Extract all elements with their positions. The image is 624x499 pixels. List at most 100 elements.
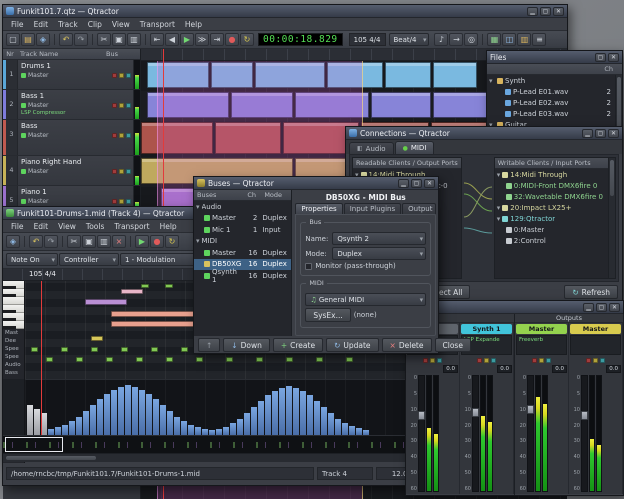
midi-hscroll-thumb[interactable] [6, 456, 96, 460]
solo-button[interactable] [546, 358, 551, 363]
track-row[interactable]: 3BassMaster [3, 120, 140, 156]
save-icon[interactable]: ◈ [6, 235, 20, 248]
clip[interactable] [433, 62, 477, 88]
velocity-bar[interactable] [132, 387, 138, 435]
file-item[interactable]: P-Lead E01.wav2 [487, 86, 622, 97]
cut-icon[interactable]: ✂ [67, 235, 81, 248]
solo-button[interactable] [126, 199, 131, 204]
gain-value[interactable]: 0.0 [552, 365, 567, 373]
menu-clip[interactable]: Clip [83, 19, 107, 30]
clip[interactable] [371, 92, 431, 118]
strip-name[interactable]: Master [516, 324, 567, 334]
velocity-bar[interactable] [293, 388, 299, 435]
bus-row[interactable]: Mic 11Input [194, 224, 291, 236]
menu-help[interactable]: Help [155, 221, 182, 232]
velocity-bar[interactable] [188, 425, 194, 435]
record-button[interactable] [112, 133, 117, 138]
main-titlebar[interactable]: Funkit101.7.qtz — Qtractor ▁▢✕ [3, 5, 567, 18]
bus-group-row[interactable]: ▾MIDI [194, 236, 291, 248]
col-buses[interactable]: Buses [194, 191, 247, 199]
menu-view[interactable]: View [53, 221, 81, 232]
mixer-icon[interactable]: ▦ [487, 33, 501, 46]
track-row[interactable]: 2Bass 1MasterLSP Compressor [3, 90, 140, 120]
tempo-display[interactable]: 105 4/4 [349, 33, 386, 46]
midi-note[interactable] [286, 357, 293, 362]
midi-note[interactable] [121, 289, 143, 294]
midi-note[interactable] [91, 336, 103, 341]
forward-end-icon[interactable]: ⇥ [210, 33, 224, 46]
minimize-button[interactable]: ▁ [582, 129, 593, 138]
velocity-bar[interactable] [55, 427, 61, 435]
velocity-bar[interactable] [279, 388, 285, 435]
record-button[interactable] [112, 103, 117, 108]
velocity-bar[interactable] [244, 413, 250, 435]
close-button[interactable]: ✕ [608, 53, 619, 62]
midi-note[interactable] [256, 357, 263, 362]
files-titlebar[interactable]: Files ▢✕ [487, 51, 622, 64]
velocity-bar[interactable] [83, 411, 89, 435]
midi-note[interactable] [91, 347, 98, 352]
zoom-icon[interactable]: ◎ [464, 33, 478, 46]
open-session-icon[interactable]: ▤ [21, 33, 35, 46]
file-item[interactable]: P-Lead E03.wav2 [487, 108, 622, 119]
velocity-bar[interactable] [342, 423, 348, 435]
move-up-button[interactable]: ↑ [198, 338, 220, 352]
velocity-bar[interactable] [76, 417, 82, 435]
monitor-checkbox[interactable] [305, 263, 312, 270]
midi-note[interactable] [46, 357, 53, 362]
file-item[interactable]: ▾Synth [487, 75, 622, 86]
writable-header[interactable]: Writable Clients / Input Ports [495, 158, 615, 169]
velocity-bar[interactable] [349, 426, 355, 435]
velocity-bar[interactable] [118, 387, 124, 435]
redo-icon[interactable]: ↷ [74, 33, 88, 46]
col-bus[interactable]: Bus [106, 50, 140, 58]
velocity-bar[interactable] [146, 394, 152, 435]
mute-button[interactable] [593, 358, 598, 363]
velocity-bar[interactable] [160, 405, 166, 435]
velocity-bar[interactable] [104, 394, 110, 435]
velocity-bar[interactable] [167, 411, 173, 435]
velocity-bar[interactable] [237, 419, 243, 435]
menu-transport[interactable]: Transport [109, 221, 154, 232]
bus-tab-output[interactable]: Output [402, 203, 436, 214]
loop-icon[interactable]: ↻ [240, 33, 254, 46]
velocity-bar[interactable] [90, 405, 96, 435]
port-item[interactable]: 32:Wavetable DMX6fire 0 [495, 191, 615, 202]
solo-button[interactable] [437, 358, 442, 363]
mixer-strip[interactable]: MasterFreeverb0.005102030405060 [515, 323, 569, 494]
velocity-bar[interactable] [181, 421, 187, 435]
record-icon[interactable]: ● [225, 33, 239, 46]
close-button[interactable]: Close [435, 338, 471, 352]
midi-note[interactable] [226, 357, 233, 362]
mute-button[interactable] [119, 73, 124, 78]
follow-playhead-icon[interactable]: → [449, 33, 463, 46]
copy-icon[interactable]: ▣ [112, 33, 126, 46]
menu-file[interactable]: File [6, 221, 29, 232]
velocity-bar[interactable] [251, 407, 257, 435]
clip[interactable] [433, 92, 489, 118]
menu-edit[interactable]: Edit [29, 221, 54, 232]
save-session-icon[interactable]: ◈ [36, 33, 50, 46]
solo-button[interactable] [126, 73, 131, 78]
velocity-bar[interactable] [174, 417, 180, 435]
delete-icon[interactable]: × [112, 235, 126, 248]
strip-name[interactable]: Master [570, 324, 621, 334]
velocity-bar[interactable] [230, 423, 236, 435]
refresh-button[interactable]: ↻Refresh [564, 285, 618, 299]
mute-button[interactable] [119, 133, 124, 138]
col-nr[interactable]: Nr [3, 50, 17, 58]
strip-name[interactable]: Synth 1 [461, 324, 512, 334]
metronome-icon[interactable]: ♪ [434, 33, 448, 46]
fast-forward-icon[interactable]: ≫ [195, 33, 209, 46]
solo-button[interactable] [126, 169, 131, 174]
record-button[interactable] [532, 358, 537, 363]
velocity-bar[interactable] [328, 413, 334, 435]
maximize-button[interactable]: ▢ [595, 53, 606, 62]
midi-note[interactable] [76, 357, 83, 362]
midi-note[interactable] [166, 357, 173, 362]
velocity-bar[interactable] [265, 395, 271, 435]
midi-note[interactable] [346, 357, 353, 362]
fader[interactable] [527, 375, 534, 492]
velocity-bar[interactable] [307, 395, 313, 435]
bus-row[interactable]: Qsynth 116Duplex [194, 270, 291, 282]
